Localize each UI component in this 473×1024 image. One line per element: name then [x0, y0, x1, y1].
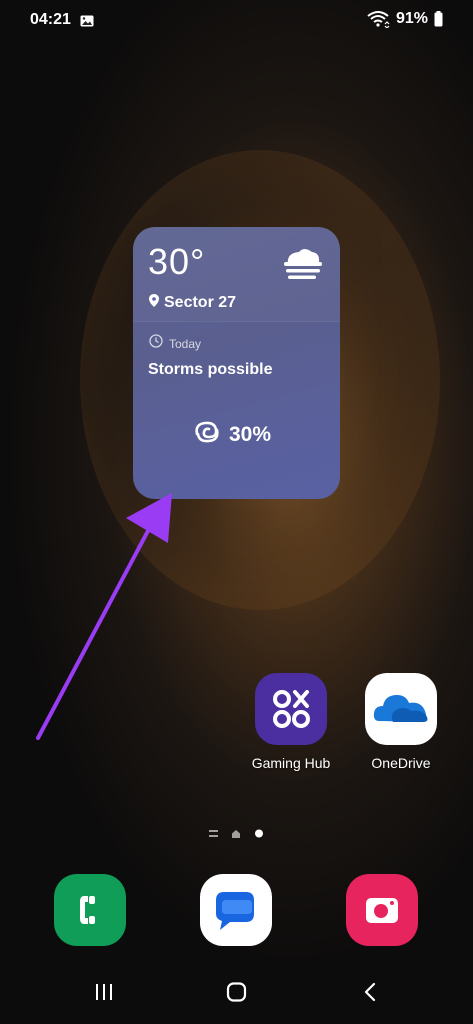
location-pin-icon [149, 294, 159, 312]
phone-icon [54, 896, 126, 950]
annotation-arrow [36, 493, 172, 740]
app-onedrive[interactable]: OneDrive [351, 673, 451, 771]
app-label: OneDrive [371, 755, 431, 771]
status-time: 04:21 [30, 11, 71, 28]
wifi-icon [366, 10, 390, 28]
camera-icon [346, 898, 418, 950]
battery-percent: 91% [395, 10, 428, 27]
dock-phone[interactable] [54, 874, 126, 946]
current-page-dot [255, 829, 263, 838]
home-page-indicator-icon [232, 830, 240, 838]
navigation-bar [0, 960, 473, 1024]
recents-icon[interactable] [94, 982, 114, 1007]
precipitation-value: 30% [229, 422, 272, 446]
home-icon[interactable] [226, 982, 248, 1007]
location-label: Sector 27 [164, 294, 237, 311]
status-bar: 04:21 91% [0, 0, 473, 44]
apps-list-indicator [209, 835, 218, 837]
battery-icon [434, 11, 443, 27]
gaming-hub-icon [255, 673, 327, 745]
weather-widget[interactable]: 30° Sector 27 Today Storms possible 30% [133, 227, 340, 499]
forecast-text: Storms possible [148, 361, 273, 378]
messages-icon [200, 892, 272, 950]
fog-icon [282, 247, 322, 286]
apps-list-indicator [209, 830, 218, 832]
app-gaming-hub[interactable]: Gaming Hub [241, 673, 341, 771]
dock-camera[interactable] [346, 874, 418, 946]
dock-messages[interactable] [200, 874, 272, 946]
widget-divider [133, 321, 340, 322]
precipitation-icon [193, 420, 221, 449]
app-label: Gaming Hub [251, 755, 331, 771]
onedrive-icon [365, 673, 437, 745]
temperature: 30° [148, 241, 206, 282]
clock-icon [149, 334, 163, 353]
gallery-icon [80, 14, 94, 27]
day-label: Today [169, 336, 202, 351]
page-indicator[interactable] [0, 828, 473, 840]
back-icon[interactable] [362, 982, 378, 1007]
